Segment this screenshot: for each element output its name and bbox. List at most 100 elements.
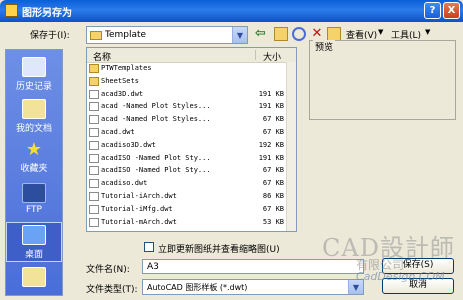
delete-icon[interactable]: ✕ <box>310 27 324 41</box>
filename-label: 文件名(N): <box>86 265 130 275</box>
title-bar[interactable]: 图形另存为 ? X <box>0 0 463 22</box>
list-item[interactable]: acadISO -Named Plot Sty... 191 KB <box>87 153 296 164</box>
favorites-icon: ★ <box>25 139 43 160</box>
column-divider[interactable] <box>255 50 256 60</box>
dwt-file-icon <box>89 89 99 99</box>
dwt-file-icon <box>89 217 99 227</box>
file-name: acad3D.dwt <box>101 89 144 98</box>
filetype-combo[interactable]: AutoCAD 图形样板 (*.dwt) ▼ <box>142 279 364 295</box>
file-size: 67 KB <box>262 179 284 188</box>
list-item[interactable]: acad.dwt 67 KB <box>87 127 296 138</box>
list-item[interactable]: acadiso.dwt 67 KB <box>87 178 296 189</box>
update-thumbnail-checkbox[interactable] <box>144 242 154 252</box>
dwt-file-icon <box>89 166 99 176</box>
folder-icon <box>22 267 46 287</box>
ftp-icon <box>22 183 46 203</box>
place-ftp[interactable]: FTP <box>6 180 62 220</box>
search-web-icon[interactable] <box>292 27 306 41</box>
history-icon <box>22 57 46 77</box>
filename-value: A3 <box>147 262 159 272</box>
list-item[interactable]: acad -Named Plot Styles... 67 KB <box>87 114 296 125</box>
help-button[interactable]: ? <box>424 2 441 19</box>
dwt-file-icon <box>89 204 99 214</box>
folder-icon <box>89 76 99 86</box>
place-desktop[interactable]: 桌面 <box>6 222 62 262</box>
column-size[interactable]: 大小 <box>263 50 281 63</box>
list-item[interactable]: acad -Named Plot Styles... 191 KB <box>87 101 296 112</box>
save-in-label: 保存于(I): <box>30 31 70 41</box>
up-folder-icon[interactable] <box>274 27 288 41</box>
file-size: 191 KB <box>258 89 284 98</box>
file-name: SheetSets <box>101 76 139 85</box>
list-scrollbar[interactable] <box>286 62 296 231</box>
folder-icon <box>90 31 102 40</box>
folder-icon <box>89 64 99 73</box>
file-name: acad -Named Plot Styles... <box>101 115 211 124</box>
file-size: 67 KB <box>262 128 284 136</box>
list-item[interactable]: acadiso3D.dwt 192 KB <box>87 140 296 151</box>
place-label: 历史记录 <box>15 82 52 92</box>
desktop-icon <box>22 225 46 245</box>
file-name: acadiso3D.dwt <box>101 140 156 149</box>
list-item[interactable]: Tutorial-mArch.dwt 53 KB <box>87 217 296 228</box>
file-size: 67 KB <box>262 115 284 124</box>
save-drawing-icon <box>5 4 18 17</box>
dwt-file-icon <box>89 179 99 189</box>
place-label: 桌面 <box>24 250 43 260</box>
places-bar: 历史记录 我的文档 ★ 收藏夹 FTP 桌面 <box>5 49 63 296</box>
close-button[interactable]: X <box>443 2 460 19</box>
file-size: 191 KB <box>258 153 284 162</box>
place-my-documents[interactable]: 我的文档 <box>6 96 62 136</box>
place-favorites[interactable]: ★ 收藏夹 <box>6 138 62 178</box>
view-dropdown-icon[interactable]: ▼ <box>378 28 383 36</box>
file-size: 86 KB <box>262 192 284 200</box>
list-item[interactable]: SheetSets <box>87 76 296 87</box>
file-list[interactable]: 名称 大小 PTWTemplates SheetSets acad3D.dwt 191… <box>86 47 297 232</box>
file-name: acad -Named Plot Styles... <box>101 102 211 111</box>
list-item[interactable]: acad3D.dwt 191 KB <box>87 89 296 100</box>
place-label: 我的文档 <box>15 124 52 134</box>
new-folder-icon[interactable] <box>327 27 341 41</box>
file-size: 67 KB <box>262 166 284 175</box>
preview-label: 预览 <box>313 40 336 53</box>
place-label: 收藏夹 <box>20 164 48 174</box>
file-size: 192 KB <box>258 140 284 149</box>
dwt-file-icon <box>89 128 99 137</box>
chevron-down-icon[interactable]: ▼ <box>232 27 247 43</box>
file-name: acadiso.dwt <box>101 179 148 188</box>
dwt-file-icon <box>89 153 99 163</box>
file-name: acadISO -Named Plot Sty... <box>101 166 211 175</box>
filetype-value: AutoCAD 图形样板 (*.dwt) <box>147 283 248 292</box>
place-label: FTP <box>26 205 42 215</box>
file-name: Tutorial-iMfg.dwt <box>101 204 173 213</box>
list-item[interactable]: Tutorial-iMfg.dwt 67 KB <box>87 204 296 215</box>
file-size: 67 KB <box>262 204 284 213</box>
place-history[interactable]: 历史记录 <box>6 54 62 94</box>
list-item[interactable]: acadISO -Named Plot Sty... 67 KB <box>87 165 296 176</box>
tools-dropdown-icon[interactable]: ▼ <box>425 28 430 36</box>
my-documents-icon <box>22 99 46 119</box>
dwt-file-icon <box>89 192 99 201</box>
file-size: 191 KB <box>258 102 284 111</box>
save-in-value: Template <box>105 30 147 40</box>
filetype-label: 文件类型(T): <box>86 285 138 295</box>
watermark-url: CadDesign.COM <box>356 270 445 283</box>
window-title: 图形另存为 <box>22 8 72 19</box>
file-name: Tutorial-iArch.dwt <box>101 192 177 200</box>
list-header: 名称 大小 <box>87 48 296 63</box>
file-size: 53 KB <box>262 217 284 226</box>
update-thumbnail-label: 立即更新图纸并查看缩略图(U) <box>158 245 280 255</box>
save-in-combo[interactable]: Template ▼ <box>86 26 248 44</box>
dwt-file-icon <box>89 140 99 150</box>
file-name: acad.dwt <box>101 128 135 136</box>
place-more[interactable] <box>6 264 62 295</box>
list-item[interactable]: Tutorial-iArch.dwt 86 KB <box>87 191 296 202</box>
back-icon[interactable]: ⇦ <box>255 27 269 41</box>
list-item[interactable]: PTWTemplates <box>87 63 296 74</box>
file-name: PTWTemplates <box>101 64 152 72</box>
file-name: Tutorial-mArch.dwt <box>101 217 177 226</box>
dwt-file-icon <box>89 102 99 112</box>
file-name: acadISO -Named Plot Sty... <box>101 153 211 162</box>
column-name[interactable]: 名称 <box>93 50 111 63</box>
dwt-file-icon <box>89 115 99 125</box>
